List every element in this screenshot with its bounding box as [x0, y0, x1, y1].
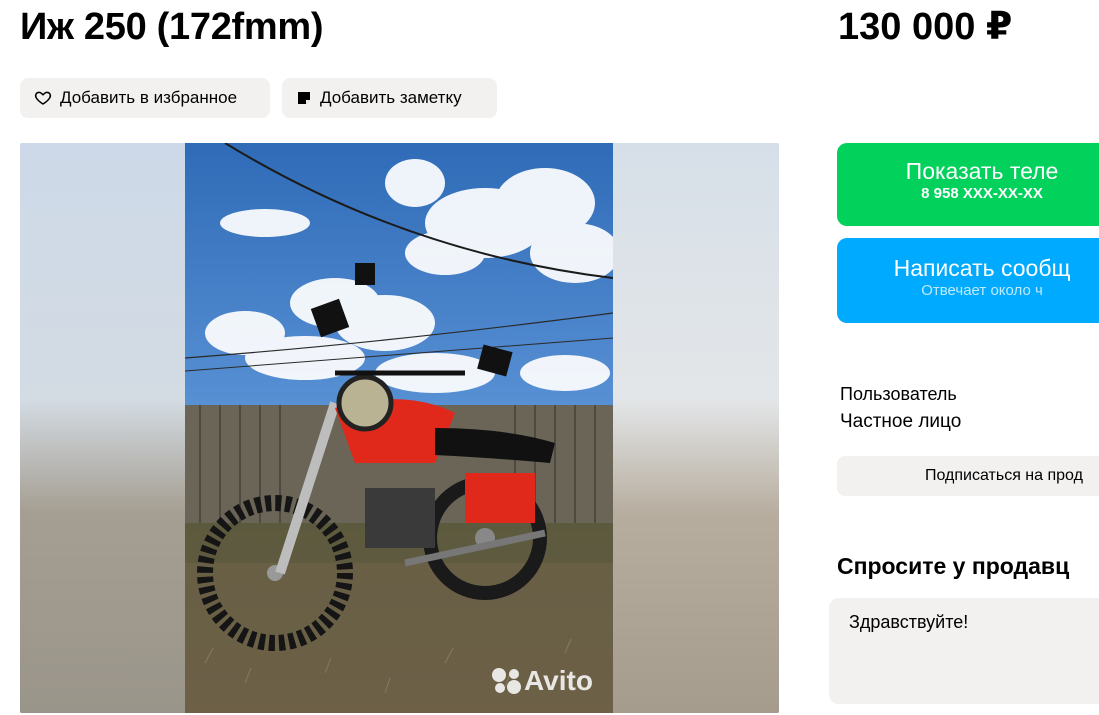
- heart-icon: [34, 91, 52, 105]
- photo-blur-left: [20, 143, 185, 713]
- add-note-button[interactable]: Добавить заметку: [282, 78, 497, 118]
- seller-name: Пользователь: [840, 384, 957, 404]
- avito-logo-icon: [492, 668, 521, 694]
- write-message-button[interactable]: Написать сообщ Отвечает около ч: [837, 238, 1099, 323]
- listing-price: 130 000 ₽: [838, 6, 1013, 48]
- note-icon: [298, 92, 310, 104]
- main-photo-motorcycle[interactable]: [185, 143, 613, 713]
- show-phone-button[interactable]: Показать теле 8 958 XXX-XX-XX: [837, 143, 1099, 226]
- subscribe-seller-button[interactable]: Подписаться на прод: [837, 456, 1099, 496]
- listing-title: Иж 250 (172fmm): [20, 6, 324, 48]
- add-to-favorites-button[interactable]: Добавить в избранное: [20, 78, 270, 118]
- show-phone-label: Показать теле: [905, 158, 1059, 184]
- avito-watermark-text: Avito: [524, 665, 593, 696]
- add-to-favorites-label: Добавить в избранное: [60, 88, 238, 107]
- photo-blur-right: [613, 143, 779, 713]
- write-message-label: Написать сообщ: [893, 255, 1071, 281]
- ask-seller-heading: Спросите у продавц: [837, 553, 1070, 579]
- subscribe-seller-label: Подписаться на прод: [925, 467, 1083, 484]
- seller-type: Частное лицо: [840, 411, 962, 432]
- masked-phone-number: 8 958 XXX-XX-XX: [921, 185, 1043, 202]
- ask-seller-message-text: Здравствуйте!: [849, 612, 969, 632]
- add-note-label: Добавить заметку: [320, 88, 462, 107]
- ask-seller-message-field[interactable]: Здравствуйте!: [829, 598, 1099, 704]
- photo-gallery[interactable]: Avito: [20, 143, 779, 713]
- avito-watermark: Avito: [490, 665, 593, 697]
- response-time-hint: Отвечает около ч: [921, 282, 1043, 299]
